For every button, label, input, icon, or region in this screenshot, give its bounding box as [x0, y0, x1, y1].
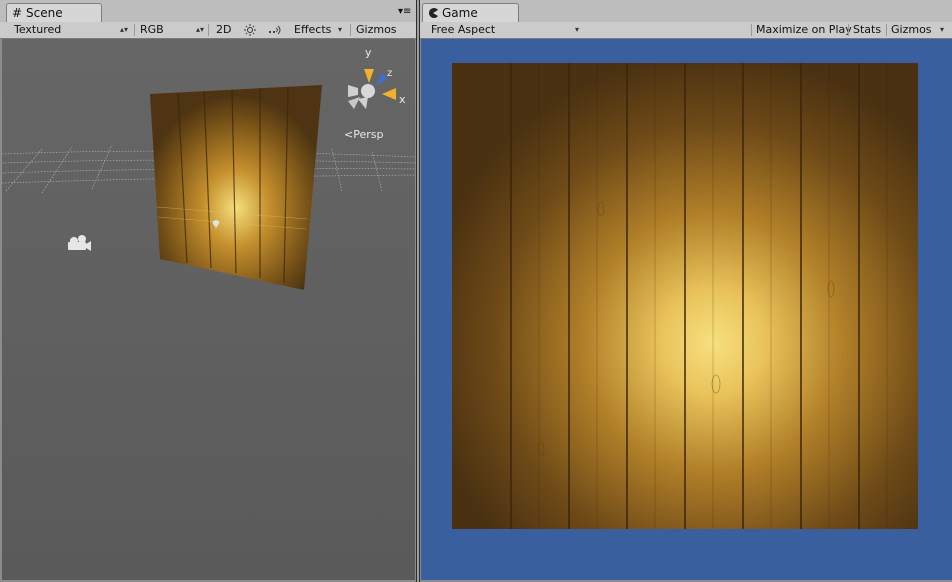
shading-mode-dropdown[interactable]: Textured ▴▾ — [14, 22, 130, 38]
game-viewport[interactable] — [421, 39, 952, 580]
dropdown-arrows-icon: ▴▾ — [196, 25, 205, 34]
gizmos-dropdown[interactable]: Gizmos ▾ — [891, 22, 947, 38]
toolbar-divider — [350, 24, 351, 36]
dropdown-arrow-icon: ▾ — [338, 25, 343, 34]
game-toolbar: Free Aspect ▾ Maximize on Play Stats Giz… — [420, 22, 952, 39]
gizmos-label: Gizmos — [891, 23, 932, 36]
scene-panel: # Scene ▾≡ Textured ▴▾ RGB ▴▾ 2D Effects… — [0, 0, 417, 582]
toolbar-divider — [886, 24, 887, 36]
projection-toggle[interactable]: <Persp — [344, 128, 383, 141]
projection-label: Persp — [353, 128, 384, 141]
tab-scene[interactable]: # Scene — [6, 3, 102, 22]
gizmos-label: Gizmos — [356, 23, 397, 36]
shading-mode-label: Textured — [14, 23, 62, 36]
game-tab-bar: Game — [420, 0, 952, 23]
unity-editor: # Scene ▾≡ Textured ▴▾ RGB ▴▾ 2D Effects… — [0, 0, 952, 582]
sun-icon[interactable] — [244, 22, 258, 38]
grid-hash-icon: # — [12, 6, 23, 20]
render-mode-dropdown[interactable]: RGB ▴▾ — [140, 22, 204, 38]
toolbar-divider — [751, 24, 752, 36]
wood-quad-object[interactable] — [150, 85, 322, 290]
effects-dropdown[interactable]: Effects ▾ — [294, 22, 346, 38]
projection-glyph: < — [344, 128, 354, 141]
maximize-on-play-toggle[interactable]: Maximize on Play — [756, 22, 852, 38]
maximize-on-play-label: Maximize on Play — [756, 23, 852, 36]
aspect-label: Free Aspect — [431, 23, 496, 36]
dropdown-arrow-icon: ▾ — [575, 25, 580, 34]
gizmo-axis-x-label: x — [399, 93, 406, 106]
scene-viewport[interactable]: y x z <Persp — [2, 39, 415, 580]
tab-scene-label: Scene — [26, 6, 63, 20]
dropdown-arrows-icon: ▴▾ — [120, 25, 129, 34]
gizmos-dropdown[interactable]: Gizmos — [356, 22, 412, 38]
2d-toggle-button[interactable]: 2D — [216, 22, 236, 38]
tab-game-label: Game — [442, 6, 478, 20]
aspect-dropdown[interactable]: Free Aspect ▾ — [431, 22, 581, 38]
toolbar-divider — [208, 24, 209, 36]
game-panel: Game Free Aspect ▾ Maximize on Play Stat… — [419, 0, 952, 582]
effects-label: Effects — [294, 23, 332, 36]
dropdown-arrow-icon: ▾ — [940, 25, 945, 34]
pacman-icon — [428, 4, 439, 22]
toolbar-divider — [848, 24, 849, 36]
scene-toolbar: Textured ▴▾ RGB ▴▾ 2D Effects ▾ Gizmos — [0, 22, 416, 39]
toolbar-divider — [134, 24, 135, 36]
gizmo-axis-z-label: z — [387, 68, 392, 79]
2d-toggle-label: 2D — [216, 23, 232, 36]
wood-texture-render — [452, 63, 918, 529]
gizmo-axis-y-label: y — [365, 46, 372, 59]
tab-game[interactable]: Game — [422, 3, 519, 22]
audio-icon[interactable] — [268, 22, 284, 38]
scene-tab-bar: # Scene ▾≡ — [0, 0, 416, 23]
stats-toggle[interactable]: Stats — [853, 22, 885, 38]
scene-panel-menu-icon[interactable]: ▾≡ — [398, 7, 411, 17]
stats-label: Stats — [853, 23, 882, 36]
render-mode-label: RGB — [140, 23, 164, 36]
